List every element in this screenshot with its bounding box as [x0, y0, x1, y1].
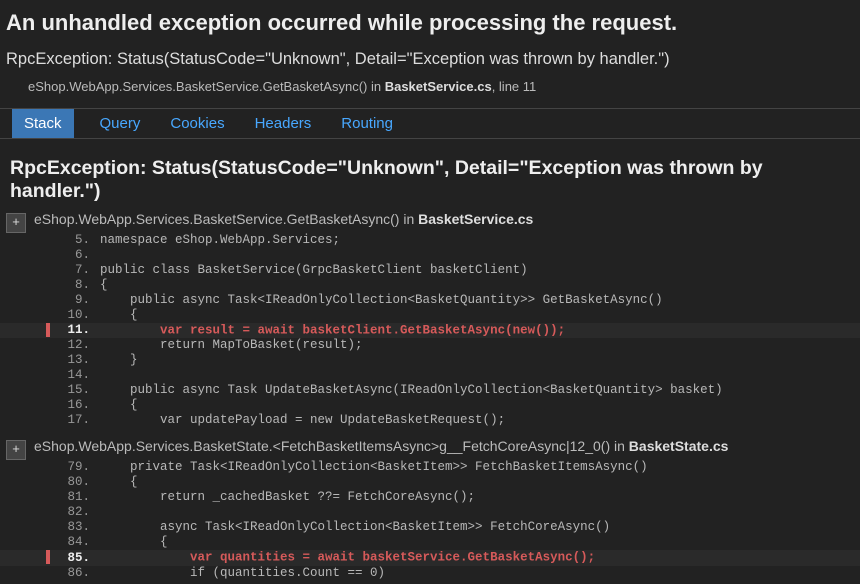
- source-line: 83. async Task<IReadOnlyCollection<Baske…: [0, 520, 860, 535]
- line-code: return _cachedBasket ??= FetchCoreAsync(…: [100, 490, 475, 504]
- line-number: 11.: [56, 323, 90, 338]
- stack-frame: eShop.WebApp.Services.BasketService.GetB…: [0, 211, 860, 428]
- stack-heading: RpcException: Status(StatusCode="Unknown…: [10, 157, 854, 203]
- frame-method: eShop.WebApp.Services.BasketService.GetB…: [34, 211, 418, 227]
- source-line: 6.: [0, 248, 860, 263]
- line-code: public async Task UpdateBasketAsync(IRea…: [100, 383, 723, 397]
- source-line: 10. {: [0, 308, 860, 323]
- line-number: 13.: [56, 353, 90, 368]
- source-line: 17. var updatePayload = new UpdateBasket…: [0, 413, 860, 428]
- source-line: 11. var result = await basketClient.GetB…: [0, 323, 860, 338]
- line-number: 15.: [56, 383, 90, 398]
- source-block: 5. namespace eShop.WebApp.Services; 6.7. pu…: [0, 233, 860, 428]
- source-line: 79. private Task<IReadOnlyCollection<Bas…: [0, 460, 860, 475]
- line-code: private Task<IReadOnlyCollection<BasketI…: [100, 460, 648, 474]
- source-line: 8. {: [0, 278, 860, 293]
- page-title: An unhandled exception occurred while pr…: [6, 10, 854, 36]
- frame-header[interactable]: eShop.WebApp.Services.BasketService.GetB…: [34, 211, 860, 227]
- line-number: 9.: [56, 293, 90, 308]
- line-code: var quantities = await basketService.Get…: [100, 551, 595, 565]
- line-number: 82.: [56, 505, 90, 520]
- line-number: 84.: [56, 535, 90, 550]
- expand-button[interactable]: +: [6, 213, 26, 233]
- frame-method: eShop.WebApp.Services.BasketState.<Fetch…: [34, 438, 629, 454]
- line-code: return MapToBasket(result);: [100, 338, 363, 352]
- source-line: 14.: [0, 368, 860, 383]
- source-line: 15. public async Task UpdateBasketAsync(…: [0, 383, 860, 398]
- tab-routing[interactable]: Routing: [337, 109, 397, 138]
- line-number: 81.: [56, 490, 90, 505]
- line-number: 7.: [56, 263, 90, 278]
- stack-frame: eShop.WebApp.Services.BasketState.<Fetch…: [0, 438, 860, 580]
- source-line: 80. {: [0, 475, 860, 490]
- line-number: 79.: [56, 460, 90, 475]
- frame-file: BasketService.cs: [418, 211, 533, 227]
- top-frame-method: eShop.WebApp.Services.BasketService.GetB…: [28, 79, 385, 94]
- line-number: 8.: [56, 278, 90, 293]
- tab-headers[interactable]: Headers: [251, 109, 316, 138]
- line-number: 14.: [56, 368, 90, 383]
- frame-file: BasketState.cs: [629, 438, 729, 454]
- tab-bar: Stack Query Cookies Headers Routing: [0, 108, 860, 139]
- line-code: }: [100, 353, 138, 367]
- line-number: 86.: [56, 566, 90, 581]
- tab-stack[interactable]: Stack: [12, 109, 74, 138]
- line-code: var updatePayload = new UpdateBasketRequ…: [100, 413, 505, 427]
- line-number: 83.: [56, 520, 90, 535]
- line-number: 16.: [56, 398, 90, 413]
- line-number: 80.: [56, 475, 90, 490]
- source-line: 16. {: [0, 398, 860, 413]
- line-code: {: [100, 398, 138, 412]
- source-line: 5. namespace eShop.WebApp.Services;: [0, 233, 860, 248]
- source-line: 9. public async Task<IReadOnlyCollection…: [0, 293, 860, 308]
- line-code: namespace eShop.WebApp.Services;: [100, 233, 340, 247]
- line-code: {: [100, 535, 168, 549]
- line-code: if (quantities.Count == 0): [100, 566, 385, 580]
- line-number: 10.: [56, 308, 90, 323]
- tab-cookies[interactable]: Cookies: [166, 109, 228, 138]
- exception-summary: RpcException: Status(StatusCode="Unknown…: [6, 50, 854, 69]
- line-code: {: [100, 308, 138, 322]
- line-number: 12.: [56, 338, 90, 353]
- highlight-marker: [46, 323, 50, 337]
- line-number: 85.: [56, 551, 90, 566]
- line-code: {: [100, 278, 108, 292]
- top-frame-file: BasketService.cs: [385, 79, 492, 94]
- frame-header[interactable]: eShop.WebApp.Services.BasketState.<Fetch…: [34, 438, 860, 454]
- line-code: public class BasketService(GrpcBasketCli…: [100, 263, 528, 277]
- line-code: public async Task<IReadOnlyCollection<Ba…: [100, 293, 663, 307]
- source-line: 82.: [0, 505, 860, 520]
- line-code: var result = await basketClient.GetBaske…: [100, 323, 565, 337]
- line-code: async Task<IReadOnlyCollection<BasketIte…: [100, 520, 610, 534]
- expand-button[interactable]: +: [6, 440, 26, 460]
- source-block: 79. private Task<IReadOnlyCollection<Bas…: [0, 460, 860, 580]
- top-frame-suffix: , line 11: [492, 79, 537, 94]
- tab-query[interactable]: Query: [96, 109, 145, 138]
- source-line: 12. return MapToBasket(result);: [0, 338, 860, 353]
- line-number: 17.: [56, 413, 90, 428]
- source-line: 84. {: [0, 535, 860, 550]
- source-line: 85. var quantities = await basketService…: [0, 550, 860, 565]
- source-line: 81. return _cachedBasket ??= FetchCoreAs…: [0, 490, 860, 505]
- top-frame-line: eShop.WebApp.Services.BasketService.GetB…: [28, 79, 854, 94]
- source-line: 7. public class BasketService(GrpcBasketC…: [0, 263, 860, 278]
- line-number: 6.: [56, 248, 90, 263]
- line-code: {: [100, 475, 138, 489]
- line-number: 5.: [56, 233, 90, 248]
- source-line: 13. }: [0, 353, 860, 368]
- source-line: 86. if (quantities.Count == 0): [0, 566, 860, 581]
- highlight-marker: [46, 550, 50, 564]
